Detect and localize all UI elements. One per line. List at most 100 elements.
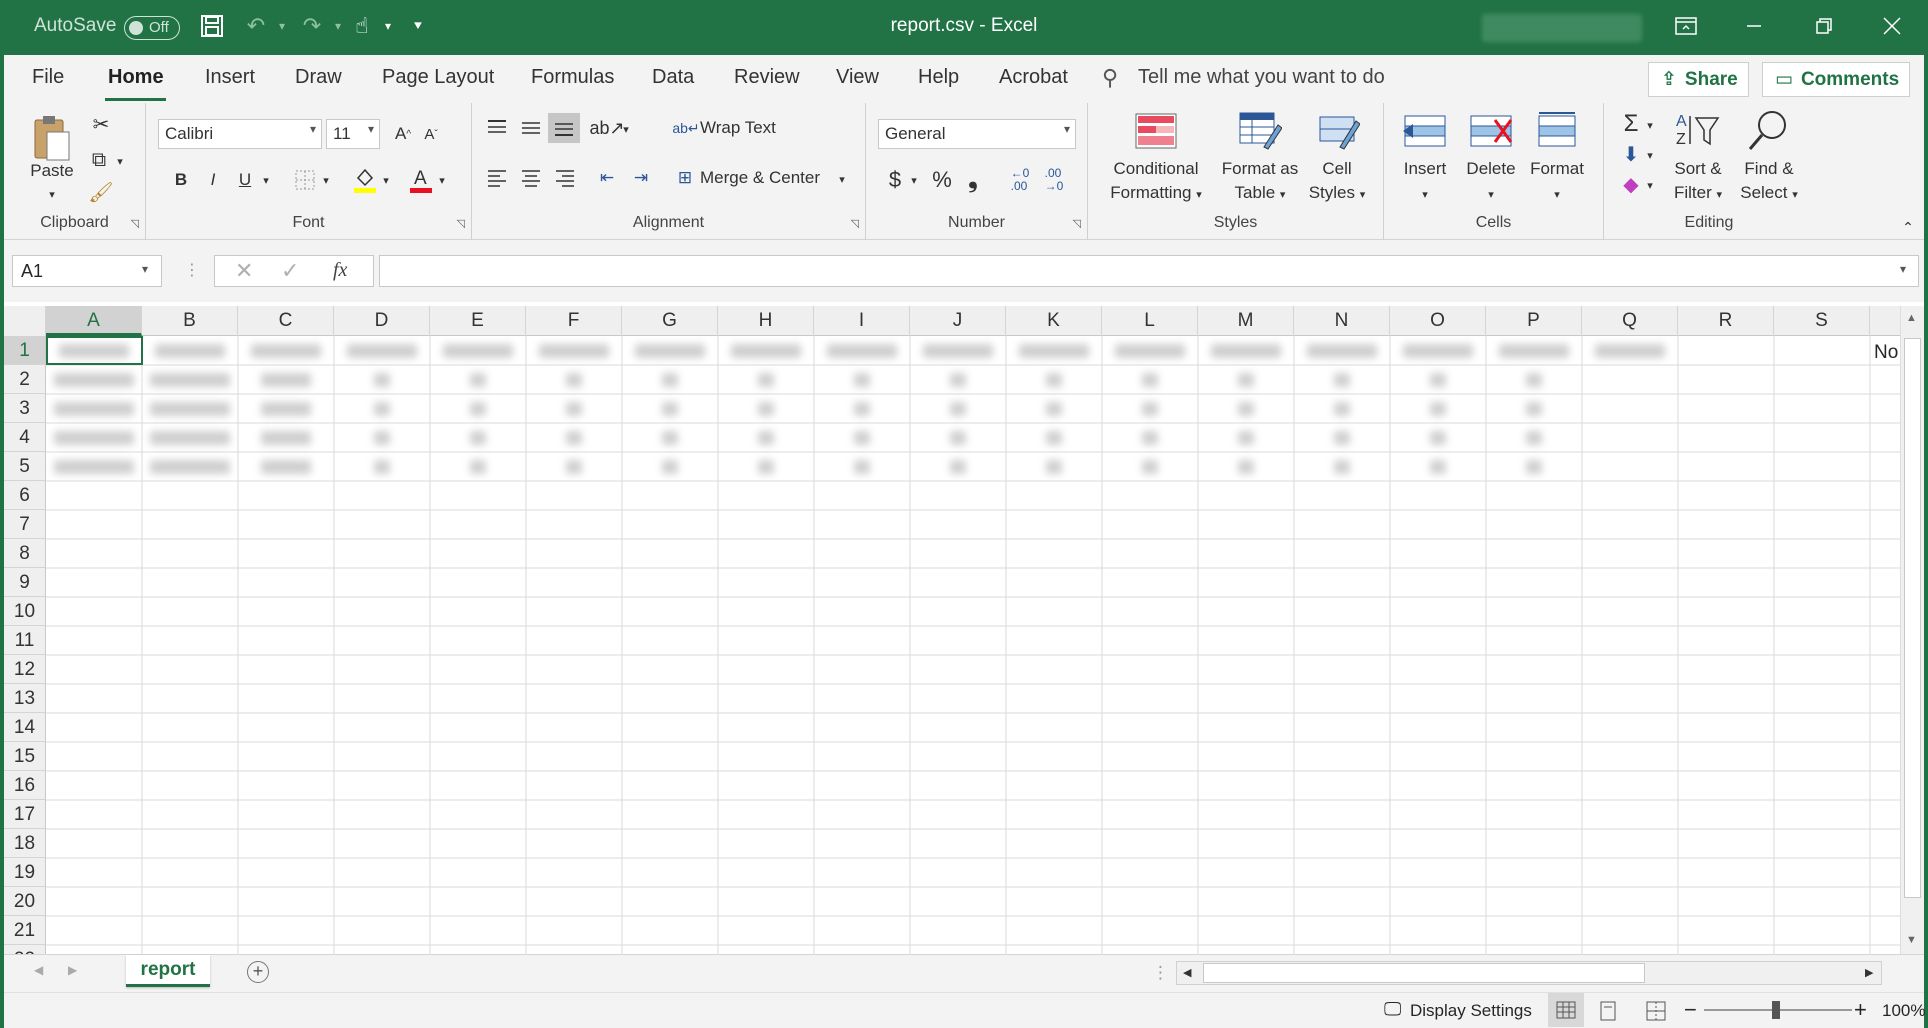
row-header-9[interactable]: 9 [4, 568, 46, 597]
vertical-scrollbar[interactable]: ▲ ▼ [1900, 306, 1924, 954]
font-color-dropdown-icon[interactable]: ▾ [436, 169, 448, 191]
vertical-scroll-thumb[interactable] [1904, 338, 1921, 898]
top-align-icon[interactable] [484, 115, 510, 141]
font-size-dropdown[interactable]: 11 ▾ [326, 119, 380, 149]
column-header-e[interactable]: E [430, 306, 526, 336]
row-header-2[interactable]: 2 [4, 365, 46, 394]
format-cells-label[interactable]: Format ▾ [1524, 157, 1590, 207]
tab-help[interactable]: Help [918, 66, 959, 89]
sort-filter-icon[interactable]: AZ [1672, 109, 1722, 151]
column-header-h[interactable]: H [718, 306, 814, 336]
currency-icon[interactable]: $ [882, 165, 908, 195]
tab-page-layout[interactable]: Page Layout [382, 66, 494, 89]
paste-label[interactable]: Paste [24, 159, 80, 183]
column-header-k[interactable]: K [1006, 306, 1102, 336]
horizontal-scrollbar[interactable]: ◀ ▶ [1176, 961, 1882, 985]
clear-dropdown-icon[interactable]: ▾ [1644, 175, 1656, 195]
zoom-level[interactable]: 100% [1882, 1001, 1925, 1021]
row-header-3[interactable]: 3 [4, 394, 46, 423]
row-header-1[interactable]: 1 [4, 336, 46, 365]
align-left-icon[interactable] [484, 165, 510, 191]
increase-indent-icon[interactable]: ⇥ [628, 165, 654, 191]
tab-data[interactable]: Data [652, 66, 694, 89]
increase-decimal-icon[interactable]: ←0.00 [1006, 165, 1034, 195]
tab-acrobat[interactable]: Acrobat [999, 66, 1068, 89]
align-right-icon[interactable] [552, 165, 578, 191]
name-box-dropdown-icon[interactable]: ▾ [142, 262, 148, 276]
paste-dropdown-icon[interactable]: ▾ [24, 183, 80, 207]
decrease-font-size-icon[interactable]: Aˇ [418, 121, 444, 147]
comma-style-icon[interactable]: ❟ [962, 165, 984, 195]
bottom-align-icon[interactable] [548, 113, 580, 143]
alignment-launcher-icon[interactable]: ◹ [851, 217, 859, 230]
scroll-down-icon[interactable]: ▼ [1906, 934, 1917, 946]
column-header-p[interactable]: P [1486, 306, 1582, 336]
orientation-icon[interactable]: ab↗ [589, 115, 624, 141]
conditional-formatting-icon[interactable] [1132, 111, 1180, 151]
align-center-icon[interactable] [518, 165, 544, 191]
restore-icon[interactable] [1808, 10, 1840, 42]
collapse-ribbon-icon[interactable]: ⌃ [1900, 219, 1916, 235]
tab-home[interactable]: Home [108, 66, 164, 89]
find-select-label[interactable]: Find & Select ▾ [1734, 157, 1804, 207]
delete-cells-icon[interactable] [1466, 111, 1516, 151]
select-all-corner[interactable] [4, 306, 46, 336]
column-header-o[interactable]: O [1390, 306, 1486, 336]
column-header-b[interactable]: B [142, 306, 238, 336]
cut-icon[interactable]: ✂ [88, 111, 114, 137]
tab-file[interactable]: File [32, 66, 64, 89]
prev-sheet-icon[interactable]: ◀ [34, 963, 43, 977]
sort-filter-label[interactable]: Sort & Filter ▾ [1666, 157, 1730, 207]
fill-color-icon[interactable] [352, 165, 378, 195]
cells-area[interactable] [46, 336, 1900, 954]
column-header-f[interactable]: F [526, 306, 622, 336]
merge-center-button[interactable]: Merge & Center [700, 165, 820, 191]
row-header-11[interactable]: 11 [4, 626, 46, 655]
account-name[interactable] [1482, 14, 1642, 42]
autosum-icon[interactable]: Σ [1618, 110, 1644, 137]
column-header-g[interactable]: G [622, 306, 718, 336]
autosum-dropdown-icon[interactable]: ▾ [1644, 115, 1656, 135]
column-header-i[interactable]: I [814, 306, 910, 336]
row-header-14[interactable]: 14 [4, 713, 46, 742]
normal-view-button[interactable] [1548, 993, 1584, 1027]
bold-button[interactable]: B [168, 167, 194, 193]
number-format-dropdown[interactable]: General ▾ [878, 119, 1076, 149]
row-header-7[interactable]: 7 [4, 510, 46, 539]
orientation-dropdown-icon[interactable]: ▾ [620, 119, 632, 139]
delete-cells-label[interactable]: Delete ▾ [1460, 157, 1522, 207]
borders-dropdown-icon[interactable]: ▾ [320, 169, 332, 191]
column-header-a[interactable]: A [46, 306, 142, 336]
column-header-m[interactable]: M [1198, 306, 1294, 336]
tab-review[interactable]: Review [734, 66, 800, 89]
column-header-r[interactable]: R [1678, 306, 1774, 336]
column-header-l[interactable]: L [1102, 306, 1198, 336]
format-as-table-label[interactable]: Format as Table ▾ [1212, 157, 1308, 207]
enter-icon[interactable]: ✓ [281, 258, 299, 284]
scroll-right-icon[interactable]: ▶ [1865, 966, 1873, 979]
font-color-icon[interactable]: A [408, 165, 434, 195]
clear-icon[interactable]: ◆ [1618, 171, 1644, 197]
copy-dropdown-icon[interactable]: ▾ [114, 151, 126, 171]
wrap-text-icon[interactable]: ab↵ [672, 115, 699, 141]
fill-dropdown-icon[interactable]: ▾ [1644, 145, 1656, 165]
cell-styles-label[interactable]: Cell Styles ▾ [1302, 157, 1372, 207]
fill-icon[interactable]: ⬇ [1618, 141, 1644, 167]
font-launcher-icon[interactable]: ◹ [457, 217, 465, 230]
comments-button[interactable]: ▭ Comments [1762, 62, 1910, 97]
share-button[interactable]: ⇪ Share [1648, 62, 1749, 97]
ribbon-display-options-icon[interactable] [1670, 10, 1702, 42]
sheet-tab-report[interactable]: report [126, 955, 210, 987]
decrease-decimal-icon[interactable]: .00 →0 [1040, 165, 1068, 195]
cell-styles-icon[interactable] [1314, 111, 1362, 151]
row-header-10[interactable]: 10 [4, 597, 46, 626]
row-header-22[interactable]: 22 [4, 945, 46, 954]
zoom-slider-thumb[interactable] [1772, 1001, 1780, 1019]
fill-color-dropdown-icon[interactable]: ▾ [380, 169, 392, 191]
column-header-n[interactable]: N [1294, 306, 1390, 336]
column-header-j[interactable]: J [910, 306, 1006, 336]
merge-center-icon[interactable]: ⊞ [672, 165, 698, 191]
italic-button[interactable]: I [200, 167, 226, 193]
row-header-20[interactable]: 20 [4, 887, 46, 916]
find-select-icon[interactable] [1744, 109, 1792, 151]
